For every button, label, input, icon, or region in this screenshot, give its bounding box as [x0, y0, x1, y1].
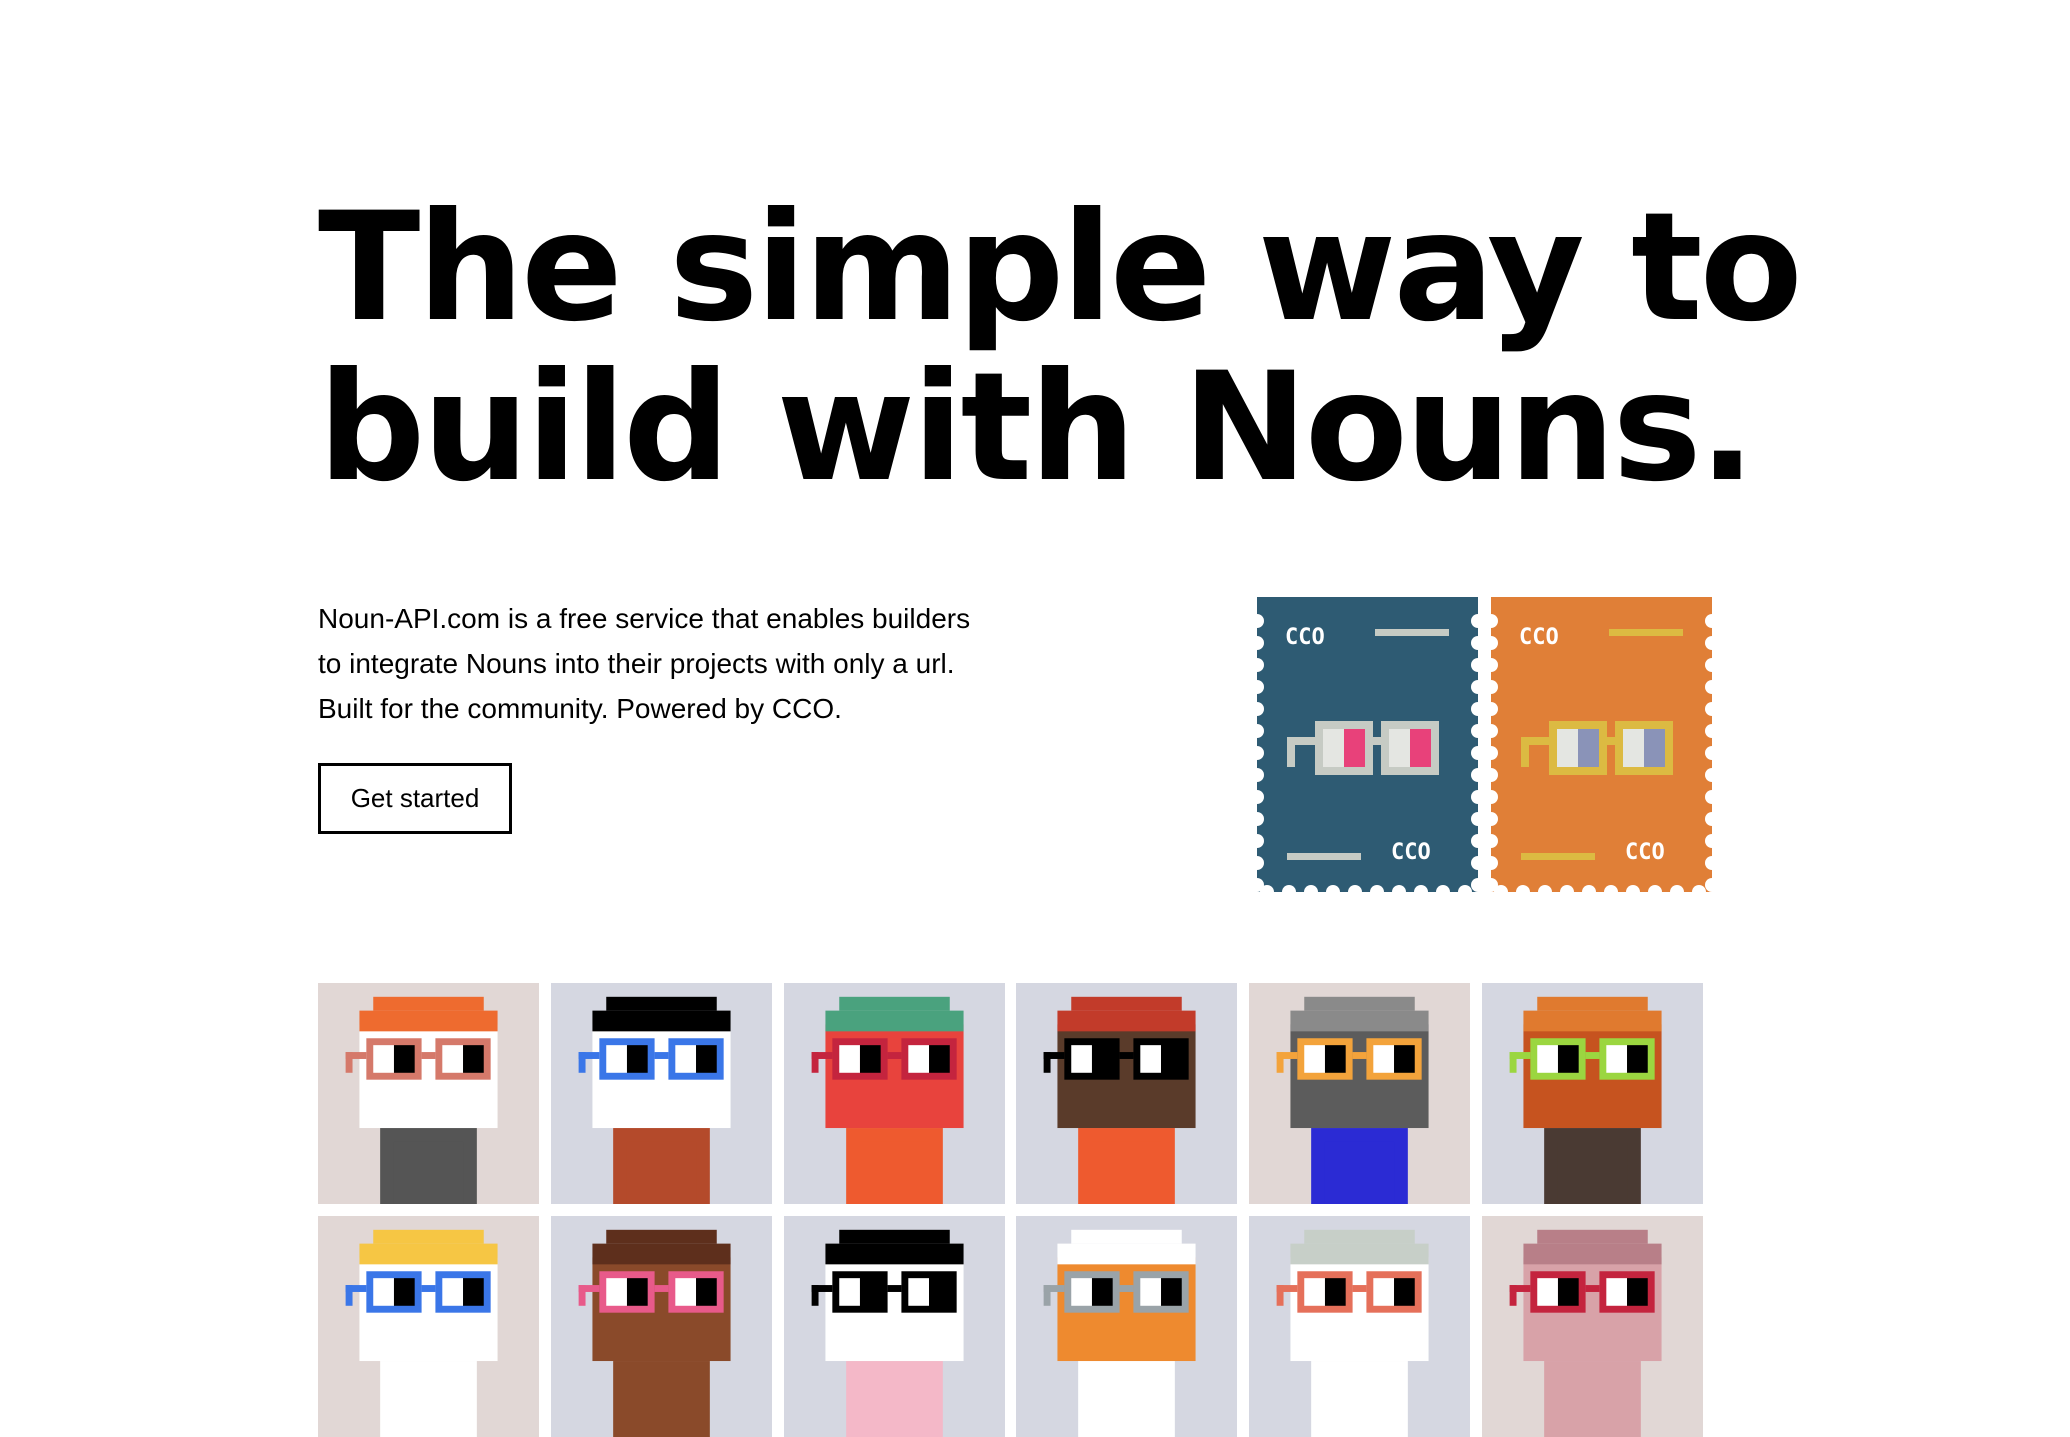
hero-title-line-2: build with Nouns.	[318, 341, 1756, 515]
noun-orange-hair[interactable]	[318, 983, 539, 1204]
hero-title: The simple way to build with Nouns.	[318, 188, 1818, 508]
noun-watermelon[interactable]	[784, 983, 1005, 1204]
noun-panda-cap[interactable]	[551, 983, 772, 1204]
intro-line-1: Noun-API.com is a free service that enab…	[318, 603, 971, 634]
noun-fox[interactable]	[1016, 1216, 1237, 1437]
noun-witch-hat[interactable]	[551, 1216, 772, 1437]
intro-line-2: to integrate Nouns into their projects w…	[318, 648, 955, 679]
noun-pumpkin[interactable]	[1482, 983, 1703, 1204]
intro-line-3: Built for the community. Powered by CCO.	[318, 693, 842, 724]
cco-mark-bottom: CCO	[1391, 840, 1431, 865]
hero-title-line-1: The simple way to	[318, 181, 1803, 355]
noun-bank[interactable]	[1249, 983, 1470, 1204]
noun-teacup[interactable]	[1249, 1216, 1470, 1437]
noun-panda-2[interactable]	[784, 1216, 1005, 1437]
intro-text: Noun-API.com is a free service that enab…	[318, 596, 1058, 731]
glasses-stamp-orange: CCO CCO	[1484, 597, 1719, 899]
noun-duck[interactable]	[318, 1216, 539, 1437]
noun-brain[interactable]	[1482, 1216, 1703, 1437]
cco-mark-top: CCO	[1519, 625, 1559, 650]
get-started-button[interactable]: Get started	[318, 763, 512, 834]
glasses-stamp-teal: CCO CCO	[1250, 597, 1485, 899]
cco-mark-top: CCO	[1285, 625, 1325, 650]
cco-mark-bottom: CCO	[1625, 840, 1665, 865]
noun-radio[interactable]	[1016, 983, 1237, 1204]
